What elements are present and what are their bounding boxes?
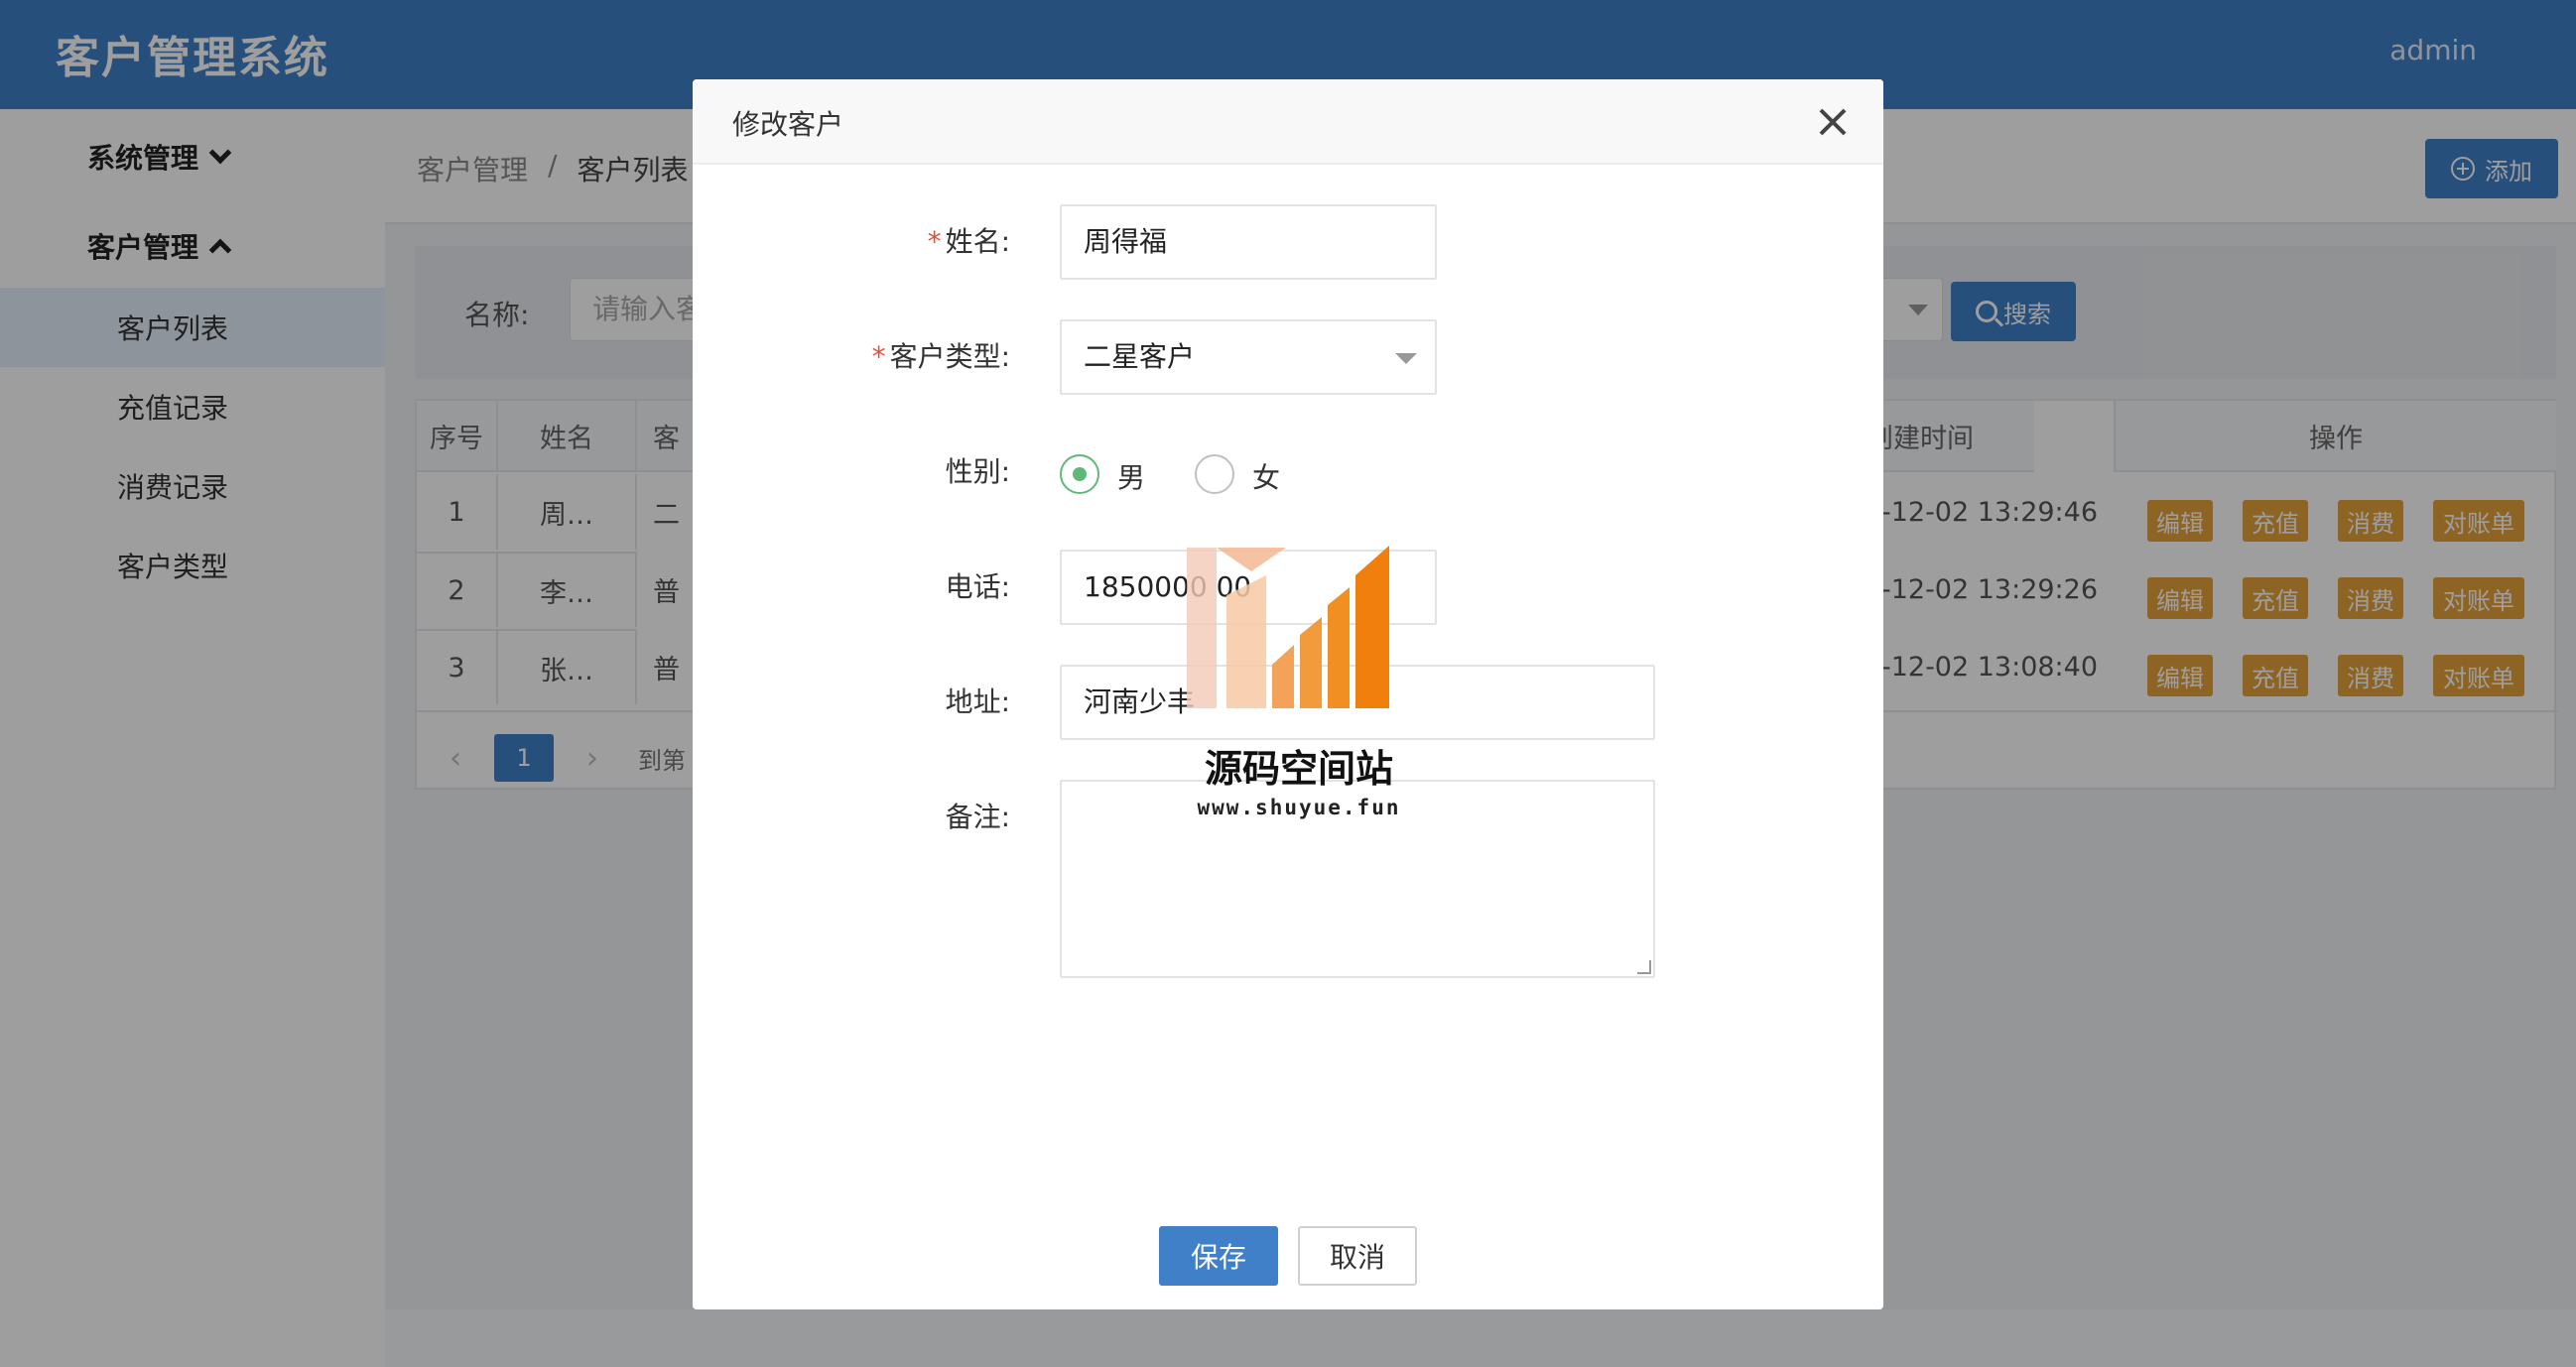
watermark-text: 源码空间站 xyxy=(1204,747,1393,791)
required-marker: * xyxy=(927,225,942,258)
watermark-logo: 源码空间站 www.shuyue.fun xyxy=(1177,536,1415,833)
resize-grip-icon[interactable] xyxy=(1637,960,1651,974)
gender-male-label[interactable]: 男 xyxy=(1117,456,1145,496)
gender-radio-male[interactable] xyxy=(1060,454,1099,494)
gender-female-label[interactable]: 女 xyxy=(1252,456,1280,496)
watermark-url: www.shuyue.fun xyxy=(1197,796,1401,819)
close-icon[interactable] xyxy=(1816,105,1850,139)
phone-label: 电话: xyxy=(945,570,1010,603)
customer-type-select[interactable]: 二星客户 xyxy=(1060,319,1437,395)
address-label: 地址: xyxy=(945,685,1010,718)
watermark-bars-icon xyxy=(1187,546,1389,708)
gender-radio-female[interactable] xyxy=(1195,454,1234,494)
name-label: * 姓名: xyxy=(693,220,1010,260)
cancel-button[interactable]: 取消 xyxy=(1298,1226,1417,1286)
customer-type-value: 二星客户 xyxy=(1084,340,1196,373)
caret-down-icon xyxy=(1395,353,1417,364)
customer-type-label: * 客户类型: xyxy=(693,335,1010,375)
dialog-header: 修改客户 xyxy=(693,79,1883,165)
customer-type-label-text: 客户类型: xyxy=(889,340,1010,373)
name-label-text: 姓名: xyxy=(945,225,1010,258)
dialog-title: 修改客户 xyxy=(732,108,844,141)
remark-label: 备注: xyxy=(945,801,1010,833)
gender-label: 性别: xyxy=(945,455,1010,488)
save-button[interactable]: 保存 xyxy=(1159,1226,1278,1286)
name-field[interactable]: 周得福 xyxy=(1060,204,1437,280)
required-marker: * xyxy=(871,340,886,373)
